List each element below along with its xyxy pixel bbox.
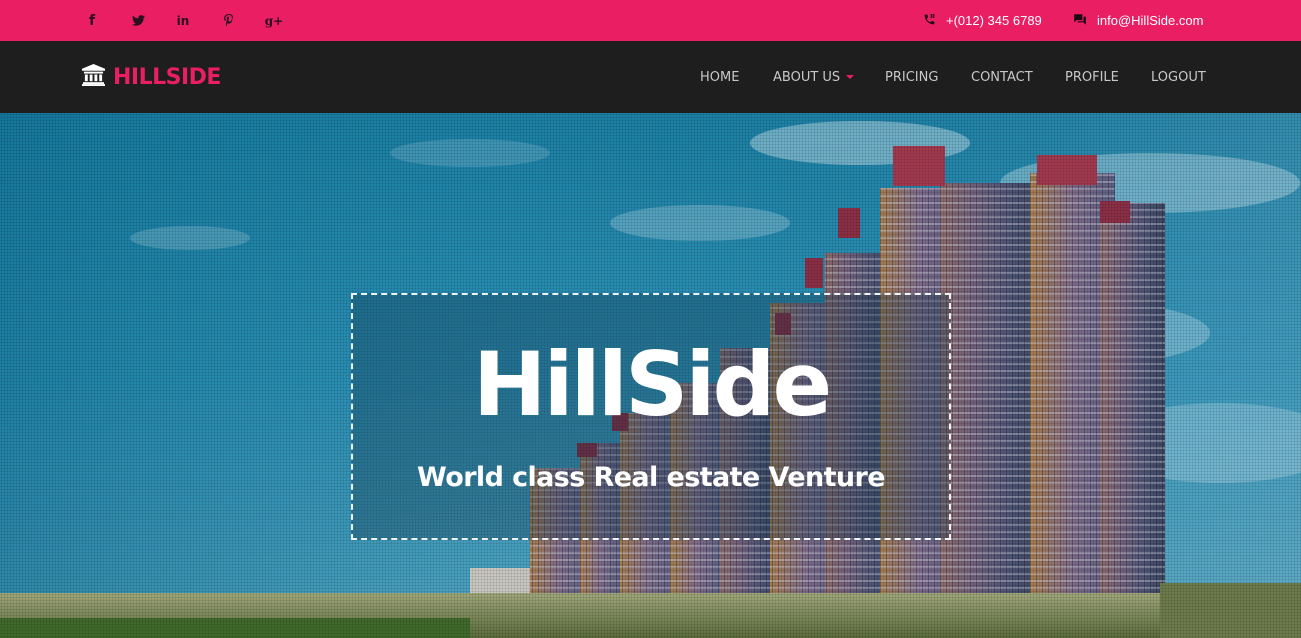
phone-number: +(012) 345 6789	[946, 13, 1042, 28]
phone-icon	[923, 13, 936, 29]
facebook-icon[interactable]: f	[84, 0, 100, 41]
nav-contact[interactable]: CONTACT	[971, 41, 1033, 113]
google-plus-icon[interactable]: g+	[265, 0, 283, 41]
chevron-down-icon	[846, 75, 855, 79]
brand-logo[interactable]: HILLSIDE	[82, 41, 221, 113]
phone-contact[interactable]: +(012) 345 6789	[923, 0, 1042, 41]
bank-icon	[82, 64, 105, 90]
linkedin-glyph: in	[176, 13, 190, 28]
hero-caption-box: HillSide World class Real estate Venture	[351, 293, 951, 540]
twitter-icon[interactable]	[129, 0, 147, 41]
facebook-glyph: f	[88, 12, 96, 29]
email-contact[interactable]: info@HillSide.com	[1073, 0, 1203, 41]
pinterest-icon[interactable]	[221, 0, 237, 41]
nav-pricing[interactable]: PRICING	[885, 41, 938, 113]
brand-name: HILLSIDE	[113, 64, 221, 90]
nav-profile[interactable]: PROFILE	[1065, 41, 1119, 113]
email-address: info@HillSide.com	[1097, 13, 1204, 28]
nav-about-us[interactable]: ABOUT US	[773, 41, 855, 113]
google-plus-glyph: g+	[264, 13, 284, 28]
main-navbar: HILLSIDE HOME ABOUT US PRICING CONTACT P…	[0, 41, 1301, 113]
nav-about-us-label: ABOUT US	[773, 69, 841, 85]
nav-home[interactable]: HOME	[700, 41, 739, 113]
linkedin-icon[interactable]: in	[174, 0, 192, 41]
hero-banner: HillSide World class Real estate Venture	[0, 113, 1301, 638]
chat-icon	[1073, 13, 1087, 29]
top-bar: f in g+ +(012) 345 6789 info@HillSide.co…	[0, 0, 1301, 41]
hero-title: HillSide	[472, 333, 832, 436]
nav-logout[interactable]: LOGOUT	[1151, 41, 1206, 113]
hero-subtitle: World class Real estate Venture	[417, 462, 886, 493]
